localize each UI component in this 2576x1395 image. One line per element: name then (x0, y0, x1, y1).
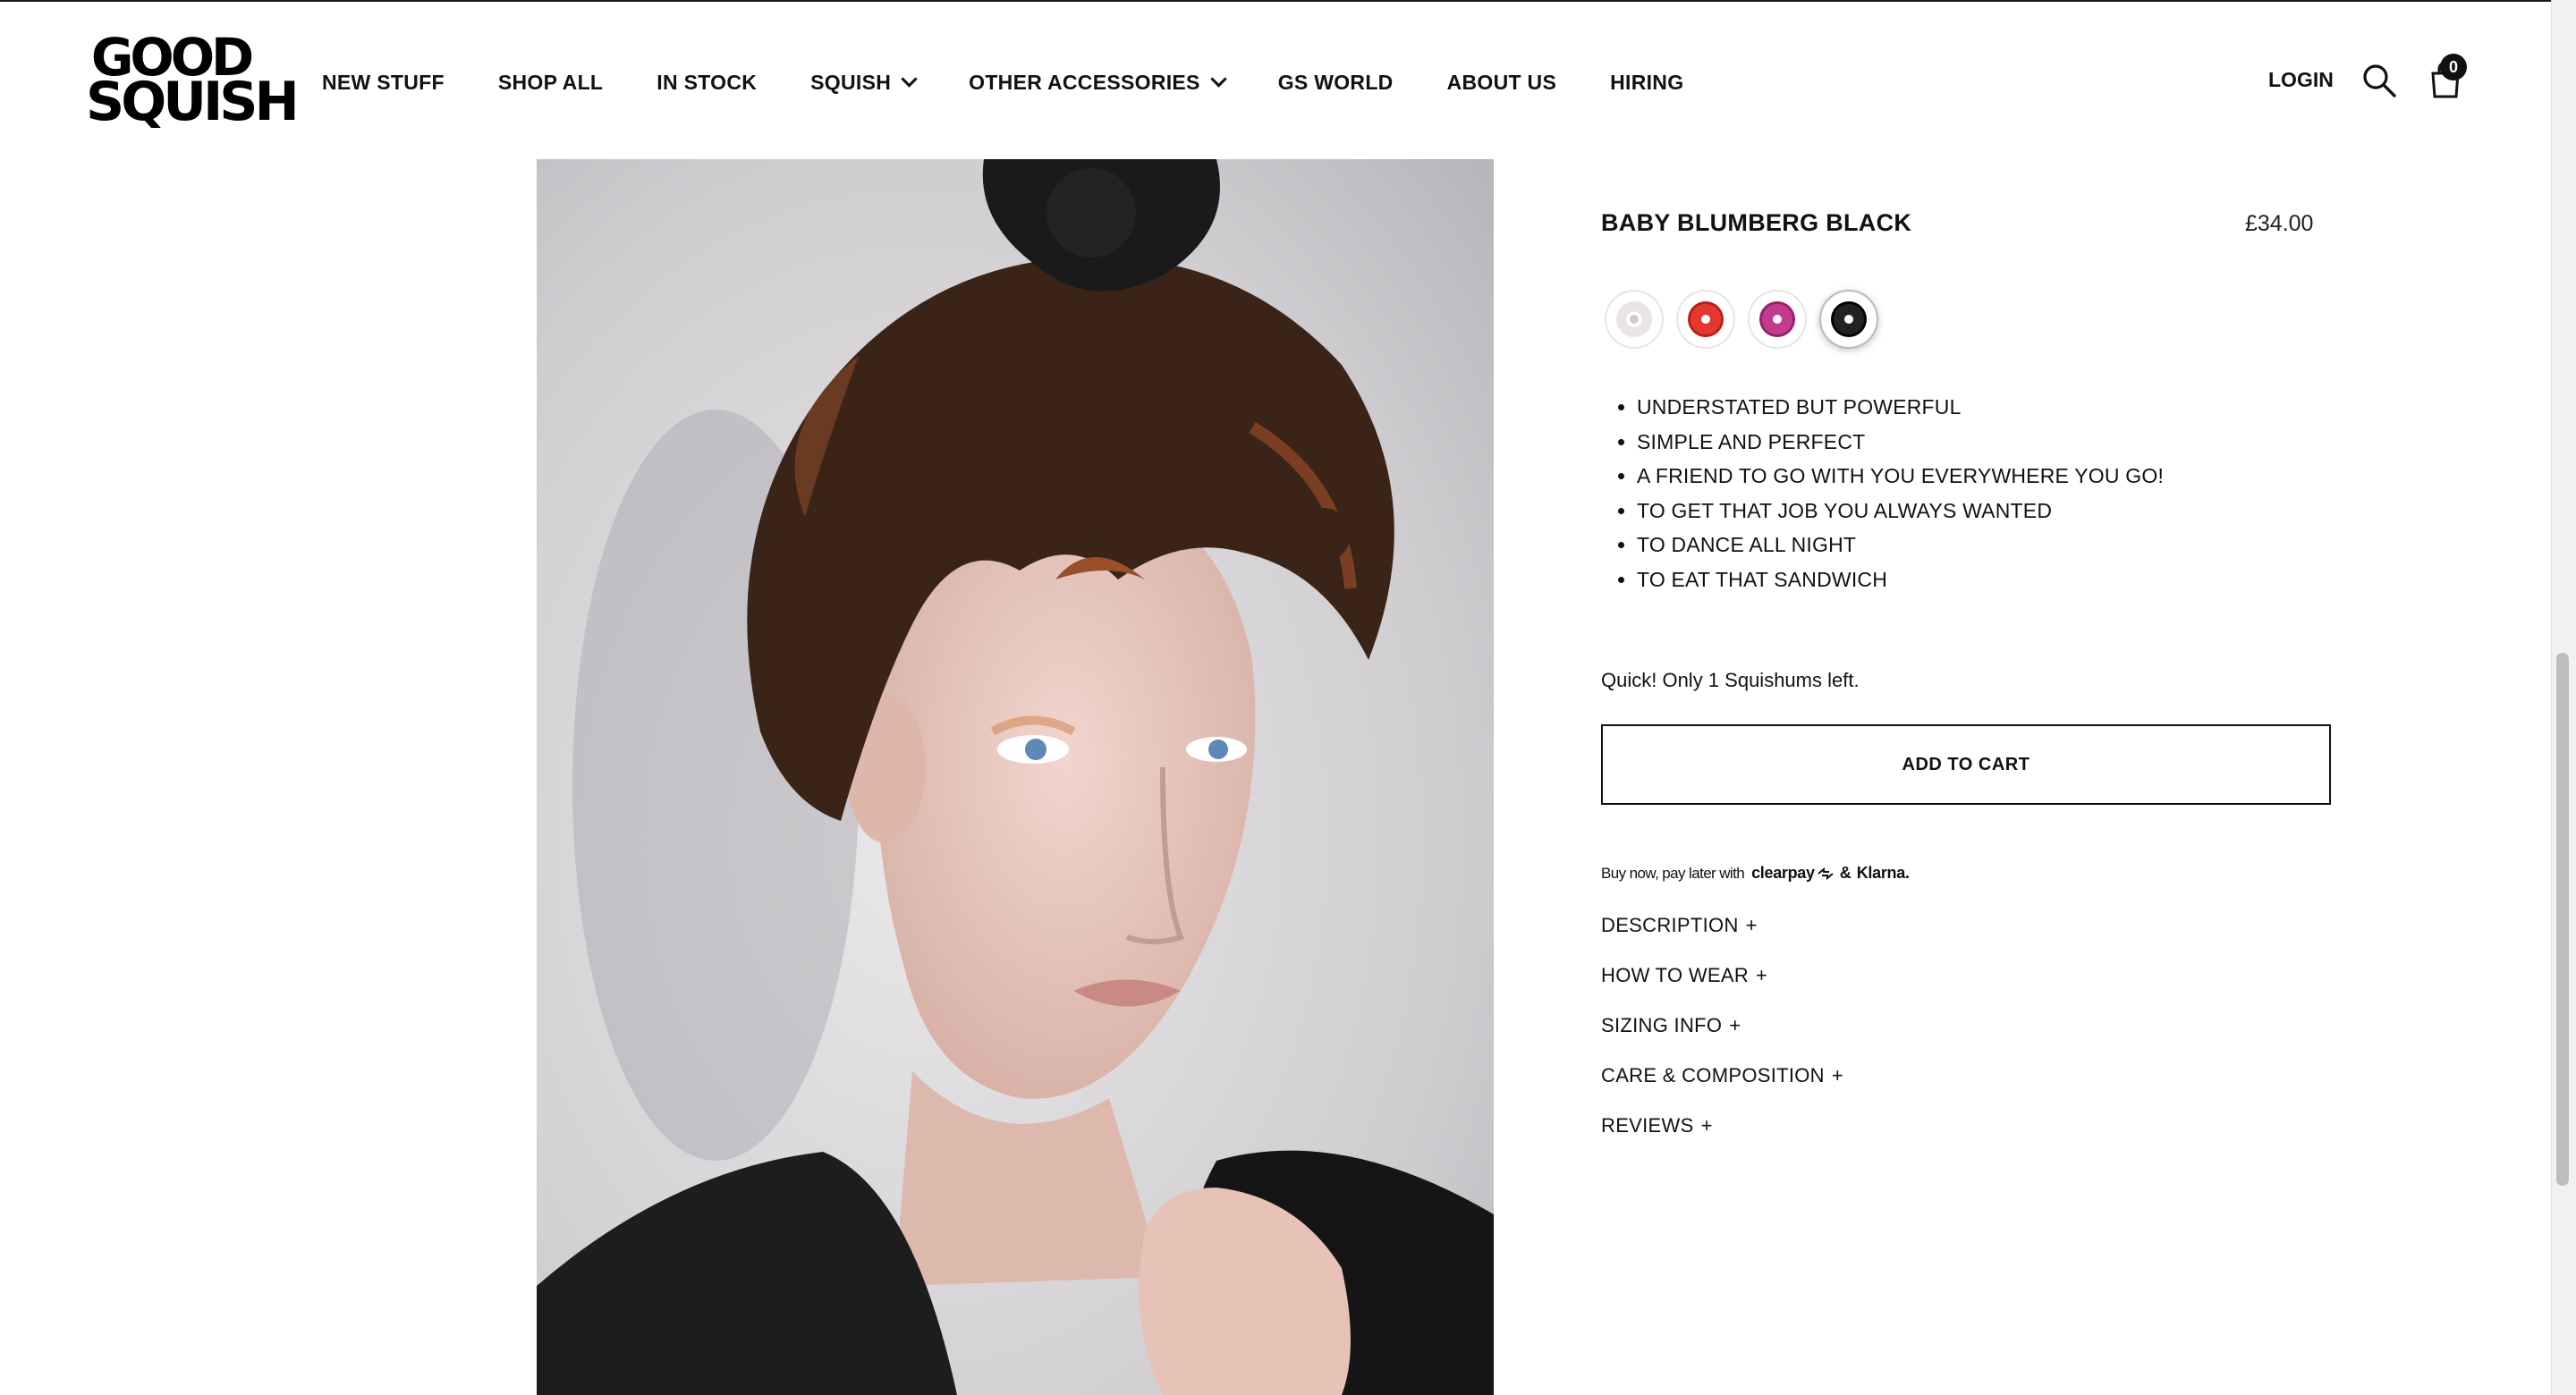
nav-item-in-stock[interactable]: IN STOCK (657, 71, 757, 95)
nav-item-hiring[interactable]: HIRING (1610, 71, 1683, 95)
product-price: £34.00 (2245, 211, 2314, 236)
nav-item-gs-world[interactable]: GS WORLD (1278, 71, 1394, 95)
nav-label: ABOUT US (1446, 70, 1557, 94)
nav-item-shop-all[interactable]: SHOP ALL (498, 71, 603, 95)
swatch-center-dot (1630, 315, 1639, 324)
clearpay-arrows-icon (1818, 867, 1834, 880)
logo-text-line2: SQUISH (86, 71, 300, 133)
swatch-center-dot (1773, 315, 1782, 324)
add-to-cart-button[interactable]: ADD TO CART (1601, 724, 2331, 805)
accordion-how-to-wear[interactable]: HOW TO WEAR + (1601, 964, 1843, 1014)
list-item: SIMPLE AND PERFECT (1637, 425, 2164, 460)
ampersand: & (1839, 864, 1852, 882)
list-item: TO EAT THAT SANDWICH (1637, 562, 2164, 597)
site-header: GOOD SQUISH NEW STUFF SHOP ALL IN STOCK … (0, 2, 2576, 157)
nav-label: IN STOCK (657, 70, 758, 94)
nav-item-about-us[interactable]: ABOUT US (1447, 71, 1557, 95)
accordion-label: REVIEWS (1601, 1114, 1694, 1137)
nav-label: SQUISH (810, 70, 892, 94)
swatch-white[interactable] (1606, 292, 1662, 347)
page-scrollbar-thumb[interactable] (2556, 653, 2569, 1186)
feature-list: UNDERSTATED BUT POWERFUL SIMPLE AND PERF… (1601, 390, 2164, 596)
accordion-label: HOW TO WEAR (1601, 964, 1750, 986)
accordion-reviews[interactable]: REVIEWS + (1601, 1114, 1843, 1164)
plus-icon: + (1831, 1064, 1844, 1086)
swatch-red[interactable] (1678, 292, 1733, 347)
nav-item-other-accessories[interactable]: OTHER ACCESSORIES (969, 70, 1227, 95)
accordion-label: DESCRIPTION (1601, 914, 1739, 936)
accordion-label: SIZING INFO (1601, 1014, 1723, 1036)
pay-later-text: Buy now, pay later with (1601, 864, 1745, 882)
product-photo[interactable] (537, 159, 1494, 1395)
swatch-center-dot (1844, 315, 1853, 324)
plus-icon: + (1729, 1014, 1741, 1036)
plus-icon: + (1700, 1114, 1713, 1137)
swatch-center-dot (1701, 315, 1710, 324)
swatch-black-selected[interactable] (1821, 292, 1877, 347)
nav-label: OTHER ACCESSORIES (969, 70, 1200, 94)
plus-icon: + (1756, 964, 1768, 986)
list-item: TO DANCE ALL NIGHT (1637, 528, 2164, 562)
accordion-care-composition[interactable]: CARE & COMPOSITION + (1601, 1064, 1843, 1114)
klarna-logo: Klarna. (1856, 864, 1910, 882)
search-icon[interactable] (2361, 63, 2397, 98)
model-photo-illustration (537, 159, 1494, 1395)
login-link[interactable]: LOGIN (2268, 68, 2334, 92)
color-swatches (1606, 292, 1893, 347)
clearpay-logo: clearpay (1751, 864, 1815, 882)
list-item: A FRIEND TO GO WITH YOU EVERYWHERE YOU G… (1637, 459, 2164, 494)
main-nav: NEW STUFF SHOP ALL IN STOCK SQUISH OTHER… (322, 64, 1737, 100)
nav-label: HIRING (1610, 70, 1684, 94)
plus-icon: + (1745, 914, 1758, 936)
stock-note: Quick! Only 1 Squishums left. (1601, 669, 1860, 691)
product-accordion: DESCRIPTION + HOW TO WEAR + SIZING INFO … (1601, 914, 1843, 1164)
pay-later-banner[interactable]: Buy now, pay later with clearpay & Klarn… (1601, 864, 1910, 883)
accordion-description[interactable]: DESCRIPTION + (1601, 914, 1843, 964)
nav-label: NEW STUFF (322, 70, 445, 94)
product-title: BABY BLUMBERG BLACK (1601, 209, 1912, 236)
list-item: UNDERSTATED BUT POWERFUL (1637, 390, 2164, 425)
nav-label: SHOP ALL (497, 70, 604, 94)
swatch-magenta[interactable] (1750, 292, 1805, 347)
list-item: TO GET THAT JOB YOU ALWAYS WANTED (1637, 494, 2164, 528)
nav-item-new-stuff[interactable]: NEW STUFF (322, 71, 445, 95)
nav-label: GS WORLD (1277, 70, 1394, 94)
accordion-label: CARE & COMPOSITION (1601, 1064, 1825, 1086)
cart-count-badge: 0 (2440, 54, 2467, 80)
good-squish-logo[interactable]: GOOD SQUISH (86, 31, 300, 133)
chevron-down-icon (1210, 70, 1227, 88)
accordion-sizing-info[interactable]: SIZING INFO + (1601, 1014, 1843, 1064)
nav-item-squish[interactable]: SQUISH (810, 70, 918, 95)
chevron-down-icon (901, 70, 918, 88)
